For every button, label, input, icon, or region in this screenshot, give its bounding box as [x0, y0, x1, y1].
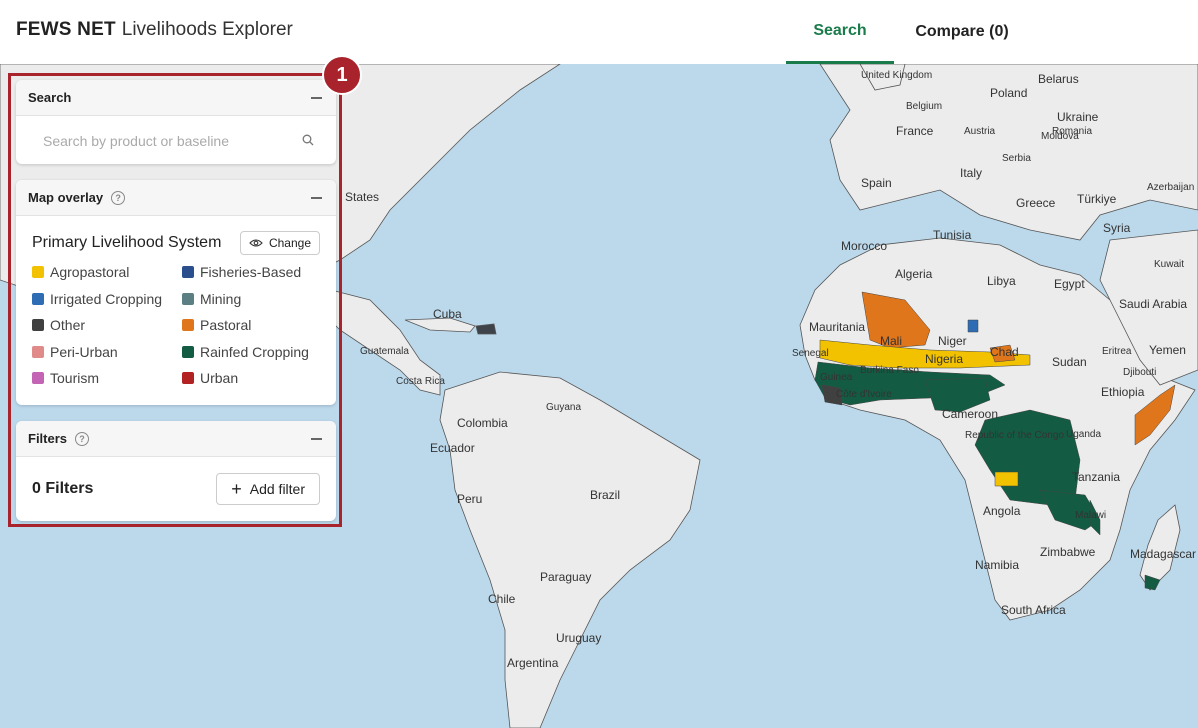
land-europe	[819, 64, 1198, 241]
legend-label: Urban	[200, 370, 239, 386]
map-overlay-title: Map overlay	[28, 190, 104, 205]
collapse-overlay-button[interactable]	[310, 190, 324, 204]
legend-item: Fisheries-Based	[182, 263, 332, 281]
map-overlay-header: Map overlay ?	[16, 180, 336, 216]
add-filter-button[interactable]: + Add filter	[216, 473, 320, 505]
add-filter-label: Add filter	[249, 481, 305, 497]
search-panel-title: Search	[28, 90, 72, 105]
legend-swatch	[32, 266, 44, 278]
legend-swatch	[182, 292, 194, 305]
brand-bold: FEWS NET	[16, 19, 116, 40]
legend-label: Rainfed Cropping	[200, 343, 309, 360]
map-overlay-panel: Map overlay ? Primary Livelihood System …	[16, 180, 336, 405]
legend-item: Peri-Urban	[32, 343, 182, 361]
legend-item: Tourism	[32, 369, 182, 387]
legend-item: Rainfed Cropping	[182, 343, 332, 361]
collapse-search-button[interactable]	[310, 90, 324, 104]
legend-swatch	[32, 345, 44, 358]
help-icon[interactable]: ?	[111, 190, 126, 205]
legend-item: Pastoral	[182, 316, 332, 334]
collapse-filters-button[interactable]	[310, 431, 324, 445]
brand-rest: Livelihoods Explorer	[121, 19, 293, 40]
land-south-america	[439, 371, 701, 728]
legend-label: Irrigated Cropping	[50, 290, 163, 307]
filters-title: Filters	[28, 431, 68, 446]
search-panel: Search	[16, 80, 336, 164]
search-panel-header: Search	[16, 80, 336, 116]
legend-label: Peri-Urban	[50, 343, 118, 360]
step-badge: 1	[322, 55, 362, 95]
filters-row: 0 Filters + Add filter	[32, 473, 320, 505]
overlay-angola-agropastoral	[994, 471, 1019, 487]
overlay-title-row: Primary Livelihood System Change	[32, 230, 320, 256]
search-input[interactable]	[26, 126, 326, 156]
legend-swatch	[182, 266, 194, 278]
plus-icon: +	[231, 479, 242, 499]
overlay-niger-irrigated	[967, 319, 979, 333]
legend-item: Irrigated Cropping	[32, 290, 182, 308]
legend: Agropastoral Fisheries-Based Irrigated Cro…	[32, 263, 332, 387]
overlay-liberia-other	[821, 384, 843, 406]
legend-label: Pastoral	[200, 317, 252, 333]
change-overlay-button[interactable]: Change	[239, 231, 320, 255]
tab-search[interactable]: Search	[786, 0, 894, 64]
search-row	[26, 126, 326, 156]
eye-icon	[249, 239, 263, 247]
legend-item: Agropastoral	[32, 263, 182, 281]
land-hispaniola	[475, 323, 497, 335]
legend-swatch	[182, 319, 194, 331]
legend-item: Other	[32, 316, 182, 334]
legend-swatch	[182, 345, 194, 358]
legend-item: Mining	[182, 290, 332, 308]
legend-label: Fisheries-Based	[200, 264, 302, 280]
app-title[interactable]: FEWS NET Livelihoods Explorer	[16, 19, 293, 41]
filters-panel: Filters ? 0 Filters + Add filter	[16, 421, 336, 521]
app-header: FEWS NET Livelihoods Explorer Search Comp…	[0, 0, 1198, 64]
change-label: Change	[268, 236, 311, 250]
help-icon[interactable]: ?	[75, 431, 90, 446]
legend-label: Other	[50, 317, 86, 333]
legend-item: Urban	[182, 369, 332, 387]
legend-swatch	[182, 372, 194, 384]
land-cuba	[404, 317, 476, 333]
legend-swatch	[32, 372, 44, 384]
legend-label: Tourism	[50, 370, 100, 386]
filters-header: Filters ?	[16, 421, 336, 457]
tab-compare[interactable]: Compare (0)	[900, 0, 1024, 64]
legend-swatch	[32, 292, 44, 305]
legend-label: Mining	[200, 290, 242, 307]
legend-label: Agropastoral	[50, 264, 130, 280]
search-icon[interactable]	[302, 134, 314, 146]
overlay-name: Primary Livelihood System	[32, 234, 222, 251]
legend-swatch	[32, 319, 44, 331]
filters-count: 0 Filters	[32, 480, 94, 497]
